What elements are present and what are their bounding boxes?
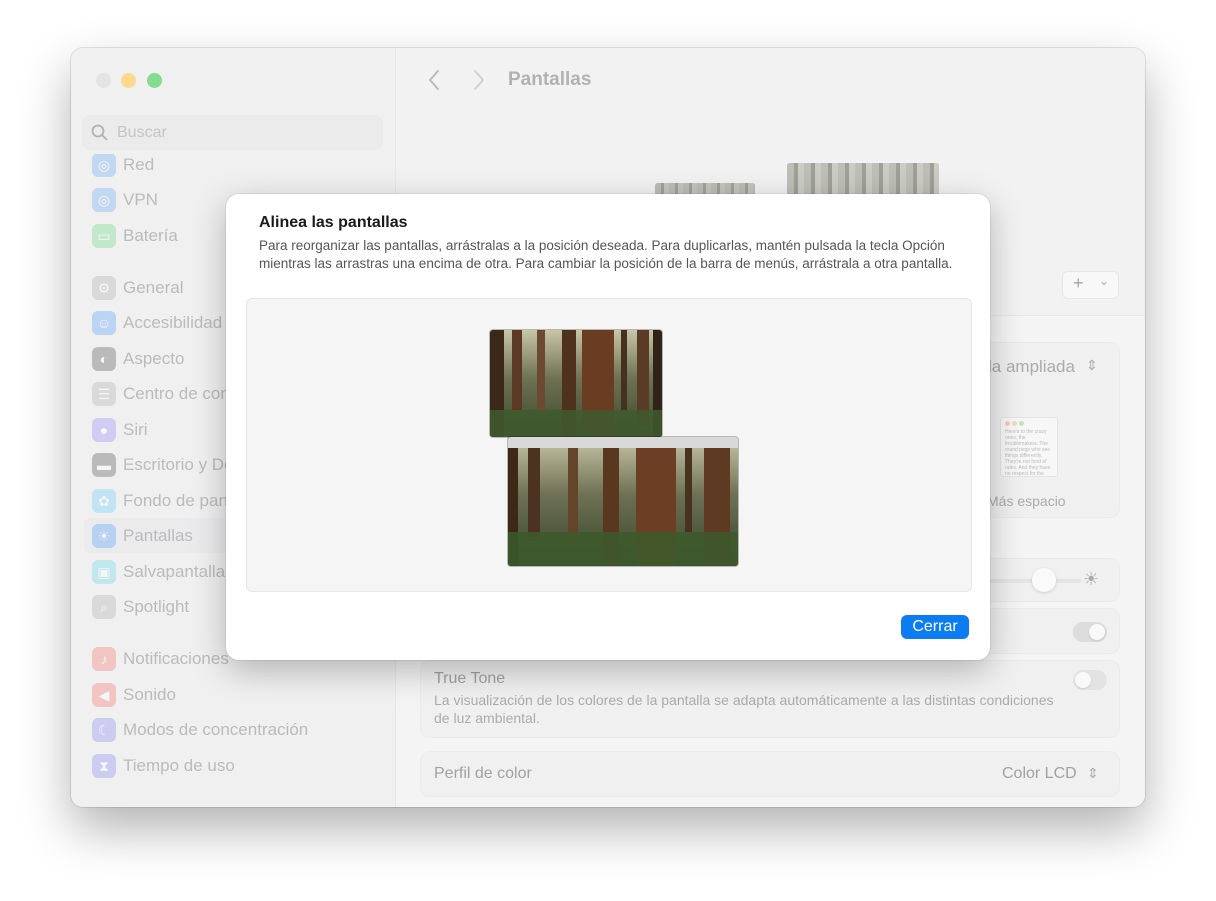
display-thumbnail-secondary[interactable] xyxy=(489,329,663,438)
display-arrangement-canvas xyxy=(246,298,972,592)
align-displays-dialog: Alinea las pantallas Para reorganizar la… xyxy=(226,194,990,660)
forest-wallpaper-image xyxy=(490,330,662,437)
close-button[interactable]: Cerrar xyxy=(901,615,969,639)
dialog-description: Para reorganizar las pantallas, arrástra… xyxy=(259,238,953,271)
display-thumbnail-primary[interactable] xyxy=(507,436,739,567)
forest-wallpaper-image xyxy=(508,437,738,566)
dialog-title: Alinea las pantallas xyxy=(259,214,408,231)
menu-bar-indicator[interactable] xyxy=(508,437,738,448)
